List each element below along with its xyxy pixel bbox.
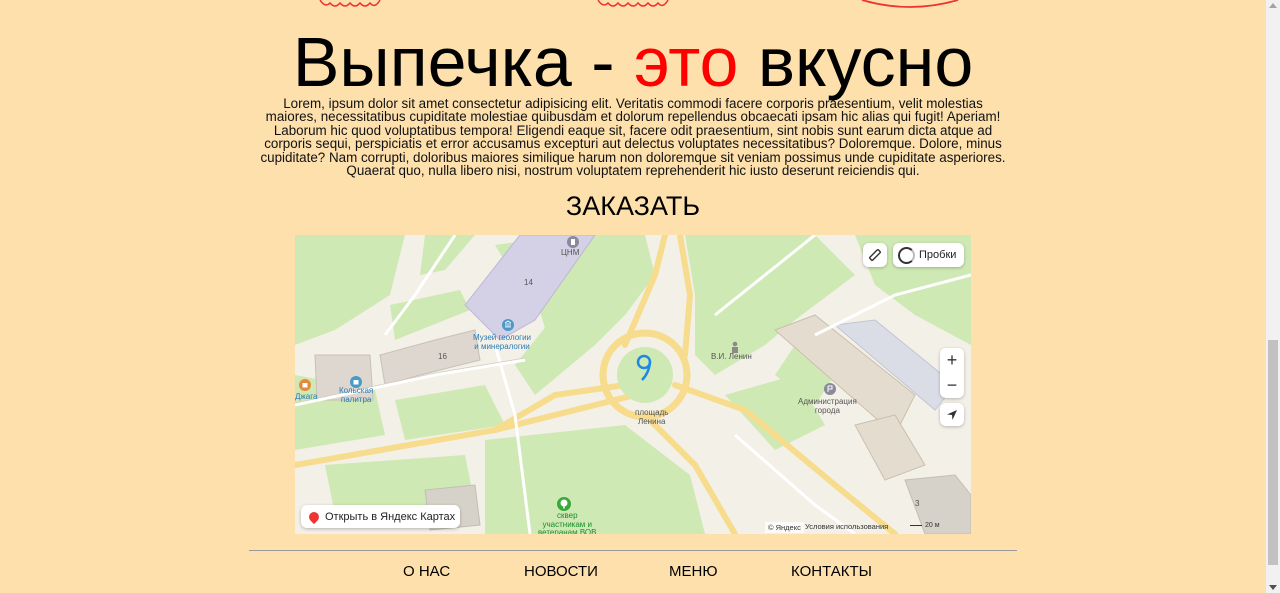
ruler-button[interactable]: [863, 243, 887, 267]
footer-link-news[interactable]: НОВОСТИ: [524, 563, 598, 580]
hero-description: Lorem, ipsum dolor sit amet consectetur …: [260, 96, 1006, 179]
open-in-yandex-maps-label: Открыть в Яндекс Картах: [325, 510, 456, 523]
traffic-button[interactable]: Пробки: [893, 243, 964, 267]
map-terms-link[interactable]: Условия использования: [805, 522, 888, 531]
monument-icon: [732, 341, 738, 353]
map-label-kolskaya: Кольская палитра: [339, 386, 374, 404]
title-part-1: Выпечка -: [292, 23, 635, 101]
title-part-2: вкусно: [738, 23, 974, 101]
map-copyright[interactable]: © Яндекс: [765, 522, 804, 533]
map-label-museum: Музей геологии и минералогии: [473, 333, 531, 351]
map-canvas[interactable]: [295, 235, 971, 534]
zoom-control[interactable]: + −: [940, 348, 964, 398]
page-title: Выпечка - это вкусно: [0, 22, 1266, 102]
government-icon: [824, 383, 836, 395]
map-scale-label: 20 м: [925, 522, 940, 529]
kolskaya-icon: [350, 376, 362, 388]
map-label-dzhaga: Джага: [295, 392, 318, 401]
locate-button[interactable]: [940, 403, 964, 426]
map-label-square: площадь Ленина: [635, 408, 669, 426]
wavy-deco-left: [319, 0, 381, 7]
map-marker-9-icon[interactable]: [633, 353, 655, 383]
order-button[interactable]: ЗАКАЗАТЬ: [0, 191, 1266, 221]
title-accent-word: это: [634, 23, 739, 101]
scrollbar-thumb[interactable]: [1268, 340, 1278, 565]
wavy-deco-center: [597, 0, 669, 7]
ruler-icon: [869, 249, 881, 261]
zoom-in-button[interactable]: +: [947, 348, 958, 373]
scale-bar: [910, 524, 922, 526]
footer-link-menu[interactable]: МЕНЮ: [669, 563, 718, 580]
page-scrollbar[interactable]: [1266, 0, 1280, 593]
shop-icon: [299, 379, 311, 391]
top-decoration: [319, 0, 959, 8]
scroll-up-arrow-icon[interactable]: [1269, 3, 1277, 8]
map-pin-icon: [306, 509, 322, 524]
map-label-building-14: 14: [524, 278, 533, 287]
park-icon: [557, 497, 571, 511]
scroll-down-arrow-icon[interactable]: [1269, 585, 1277, 590]
map-label-tsnm: ЦНМ: [561, 248, 580, 257]
round-deco-right: [861, 0, 959, 8]
map-scale: 20 м: [910, 522, 940, 529]
open-in-yandex-maps-button[interactable]: Открыть в Яндекс Картах: [301, 505, 460, 528]
map-label-administration: Администрация города: [798, 397, 857, 415]
traffic-label: Пробки: [919, 249, 957, 261]
map-label-building-16: 16: [438, 352, 447, 361]
museum-icon: [502, 319, 514, 331]
tsnm-icon: [567, 236, 579, 248]
footer-link-contacts[interactable]: КОНТАКТЫ: [791, 563, 872, 580]
map-label-building-3: 3: [915, 499, 920, 508]
map-label-park: сквер участникам и ветеранам ВОВ: [538, 511, 597, 534]
map-label-lenin-monument: В.И. Ленин: [711, 352, 752, 361]
zoom-out-button[interactable]: −: [947, 373, 958, 398]
footer-divider: [249, 550, 1017, 551]
yandex-map[interactable]: ЦНМ 14 Музей геологии и минералогии 16 К…: [295, 235, 971, 534]
footer-link-about[interactable]: О НАС: [403, 563, 450, 580]
locate-arrow-icon: [947, 409, 957, 420]
traffic-icon: [898, 246, 915, 264]
